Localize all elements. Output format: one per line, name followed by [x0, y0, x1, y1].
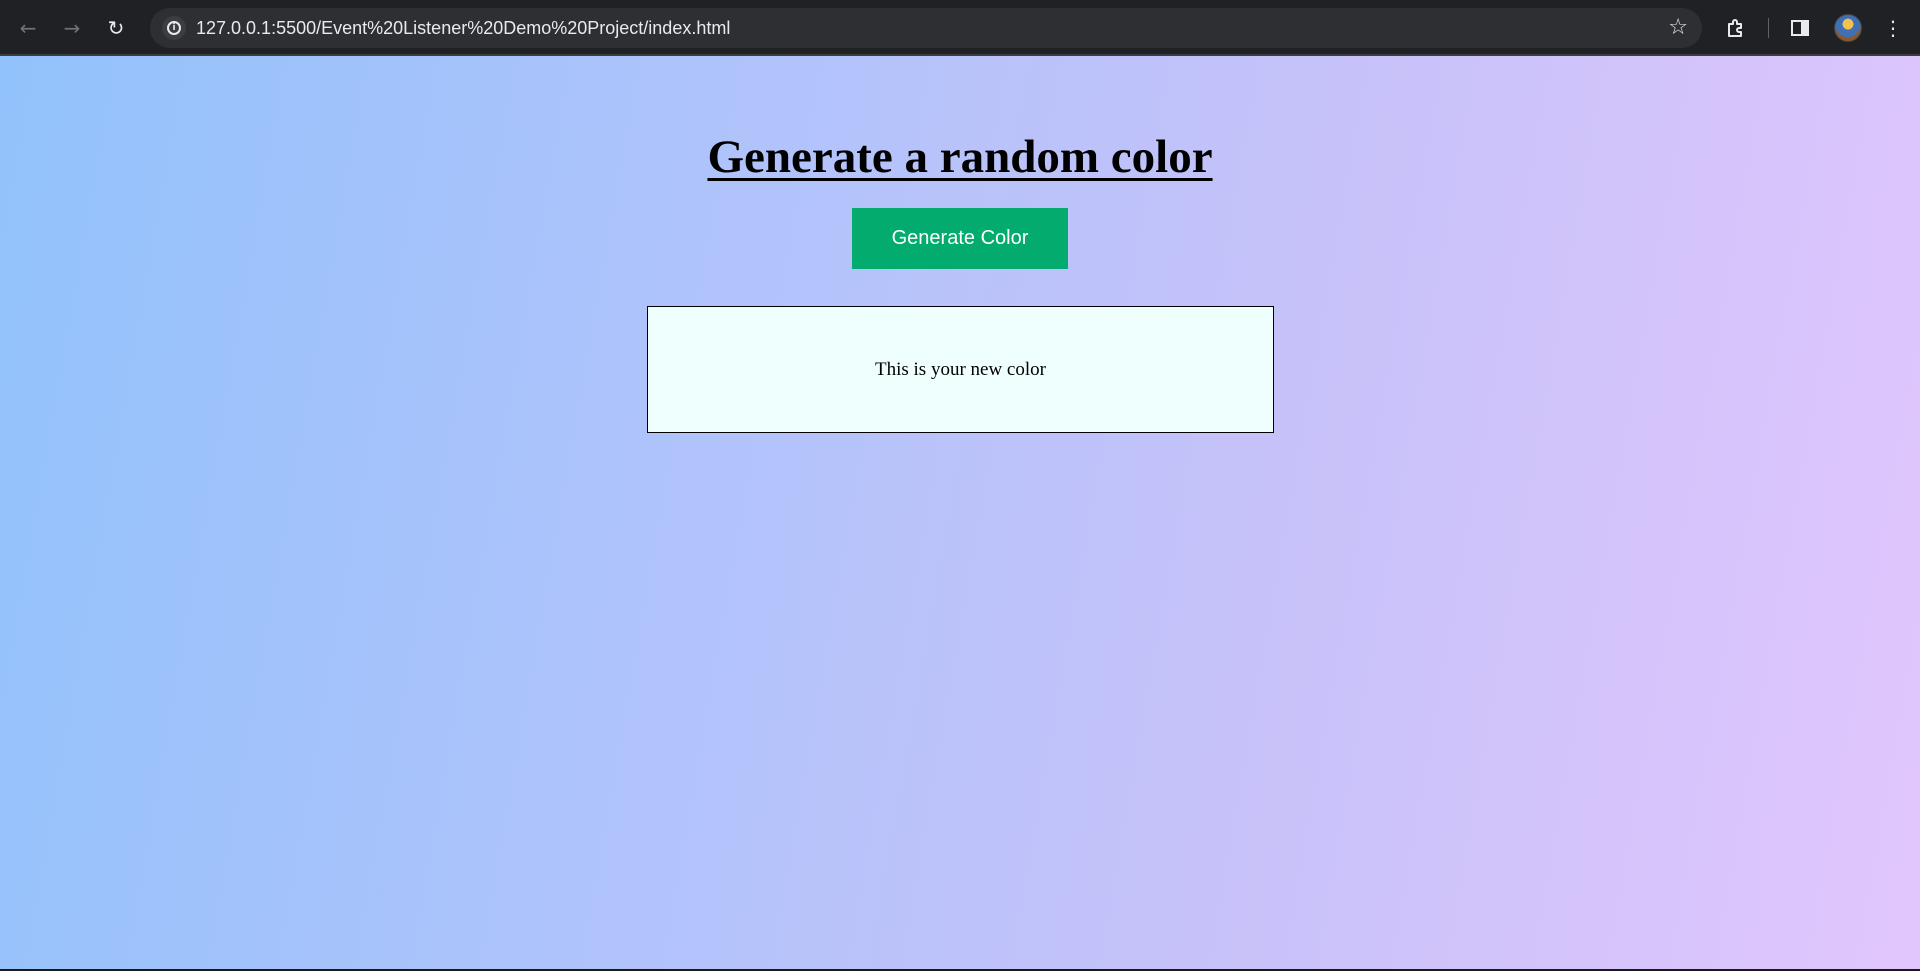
site-info-icon[interactable]: i	[162, 16, 186, 40]
reload-button[interactable]: ↻	[100, 12, 132, 44]
back-button[interactable]: ←	[12, 12, 44, 44]
puzzle-icon	[1728, 19, 1742, 37]
forward-button[interactable]: →	[56, 12, 88, 44]
generate-color-button[interactable]: Generate Color	[852, 208, 1068, 269]
browser-toolbar: ← → ↻ i 127.0.0.1:5500/Event%20Listener%…	[0, 0, 1920, 56]
toolbar-divider	[1768, 18, 1769, 38]
side-panel-button[interactable]	[1784, 12, 1816, 44]
color-box-text: This is your new color	[875, 358, 1046, 380]
address-bar[interactable]: i 127.0.0.1:5500/Event%20Listener%20Demo…	[150, 8, 1702, 48]
profile-avatar[interactable]	[1834, 14, 1862, 42]
extensions-button[interactable]	[1720, 12, 1752, 44]
forward-arrow-icon: →	[63, 16, 81, 40]
url-text[interactable]: 127.0.0.1:5500/Event%20Listener%20Demo%2…	[196, 18, 730, 39]
color-display-box: This is your new color	[647, 306, 1274, 433]
back-arrow-icon: ←	[19, 16, 37, 40]
kebab-menu-icon: ⋮	[1883, 16, 1903, 40]
page-title: Generate a random color	[707, 131, 1213, 183]
side-panel-icon	[1791, 20, 1809, 36]
reload-icon: ↻	[107, 16, 125, 40]
page-content: Generate a random color Generate Color T…	[0, 56, 1920, 969]
browser-menu-button[interactable]: ⋮	[1877, 12, 1909, 44]
bookmark-star-icon[interactable]: ☆	[1668, 15, 1688, 40]
